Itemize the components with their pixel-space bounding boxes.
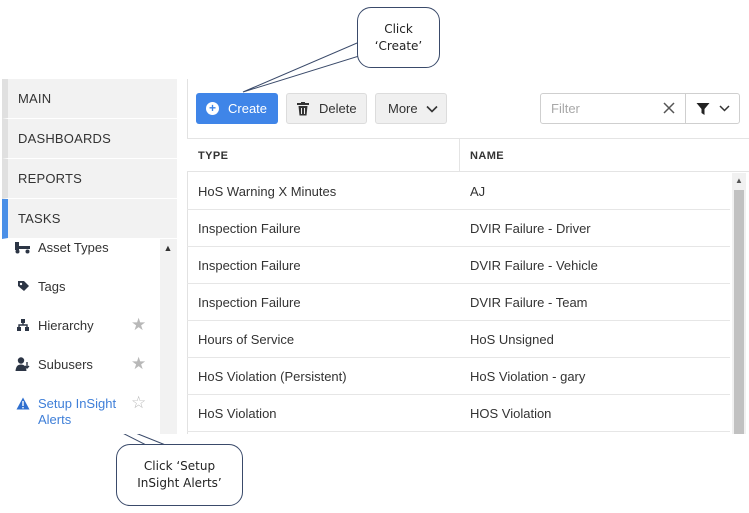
column-divider: [459, 139, 460, 172]
table-header: TYPE NAME: [187, 138, 749, 172]
funnel-icon: [696, 102, 709, 115]
callout-insight-text: Click ‘Setup InSight Alerts’: [137, 459, 222, 490]
star-filled-icon[interactable]: ★: [131, 316, 146, 333]
nav-reports[interactable]: REPORTS: [2, 159, 177, 199]
nav-tasks[interactable]: TASKS: [2, 199, 177, 239]
user-icon: [14, 356, 32, 372]
scroll-up-icon[interactable]: ▲: [732, 176, 746, 186]
sidebar-item-setup-insight-alerts[interactable]: Setup InSight Alerts ☆: [2, 394, 160, 434]
cell-name: AJ: [470, 183, 486, 199]
column-header-name[interactable]: NAME: [470, 139, 504, 172]
sidebar: MAIN DASHBOARDS REPORTS TASKS Asset Type…: [2, 79, 177, 434]
nav-reports-label: REPORTS: [18, 171, 83, 186]
cell-type: HoS Warning X Minutes: [198, 183, 337, 199]
cell-name: DVIR Failure - Team: [470, 294, 588, 310]
close-icon[interactable]: [662, 101, 676, 115]
cell-name: HoS Violation - gary: [470, 368, 586, 384]
main-panel: + Create Delete More TYPE NAME HoS Warni…: [187, 79, 749, 434]
sidebar-scroll-up-icon[interactable]: ▲: [162, 243, 174, 253]
plus-icon: +: [206, 102, 219, 115]
sidebar-item-label: Setup InSight Alerts: [38, 396, 117, 427]
sidebar-item-label: Hierarchy: [38, 318, 94, 333]
nav-dashboards[interactable]: DASHBOARDS: [2, 119, 177, 159]
filter-input[interactable]: [541, 94, 659, 123]
truck-icon: [14, 239, 32, 255]
filter-dropdown-button[interactable]: [685, 93, 740, 124]
sidebar-item-subusers[interactable]: Subusers ★: [2, 355, 160, 395]
nav-main-label: MAIN: [18, 91, 52, 106]
sidebar-item-asset-types[interactable]: Asset Types: [2, 239, 160, 278]
cell-name: HoS Unsigned: [470, 331, 554, 347]
tasks-sublist: Asset Types Tags Hierarchy ★ Subusers ★ …: [2, 239, 160, 434]
delete-button-label: Delete: [319, 101, 357, 116]
callout-create-text: Click ‘Create’: [374, 21, 423, 53]
cell-type: Inspection Failure: [198, 294, 301, 310]
callout-create: Click ‘Create’: [357, 7, 440, 68]
chevron-down-icon: [426, 105, 438, 113]
delete-button[interactable]: Delete: [286, 93, 367, 124]
scrollbar-thumb[interactable]: [734, 190, 744, 434]
nav-dashboards-label: DASHBOARDS: [18, 131, 112, 146]
sidebar-item-tags[interactable]: Tags: [2, 278, 160, 317]
cell-name: HOS Violation: [470, 405, 552, 421]
cell-type: Inspection Failure: [198, 257, 301, 273]
cell-name: DVIR Failure - Driver: [470, 220, 591, 236]
warning-icon: [14, 395, 32, 411]
table-row[interactable]: Inspection Failure DVIR Failure - Vehicl…: [187, 247, 730, 284]
table-row[interactable]: HoS Violation HOS Violation: [187, 395, 730, 432]
table-scrollbar[interactable]: ▲: [732, 173, 746, 434]
sidebar-item-label: Tags: [38, 279, 66, 294]
sidebar-item-hierarchy[interactable]: Hierarchy ★: [2, 316, 160, 356]
table-row[interactable]: Inspection Failure DVIR Failure - Team: [187, 284, 730, 321]
tag-icon: [14, 278, 32, 294]
cell-type: HoS Violation: [198, 405, 277, 421]
table-row[interactable]: HoS Warning X Minutes AJ: [187, 173, 730, 210]
table-row[interactable]: Inspection Failure DVIR Failure - Driver: [187, 210, 730, 247]
star-outline-icon[interactable]: ☆: [131, 394, 146, 411]
create-button[interactable]: + Create: [196, 93, 278, 124]
hierarchy-icon: [14, 317, 32, 333]
column-header-type[interactable]: TYPE: [198, 139, 228, 172]
table-row[interactable]: HoS Violation (Persistent) HoS Violation…: [187, 358, 730, 395]
sidebar-item-label: Subusers: [38, 357, 93, 372]
filter-box: [540, 93, 686, 124]
tasks-subpanel: Asset Types Tags Hierarchy ★ Subusers ★ …: [2, 239, 177, 434]
nav-tasks-label: TASKS: [18, 211, 61, 226]
callout-insight: Click ‘Setup InSight Alerts’: [116, 444, 243, 506]
table-row[interactable]: Hours of Service HoS Unsigned: [187, 321, 730, 358]
chevron-down-icon: [718, 105, 730, 112]
trash-icon: [297, 101, 309, 115]
star-filled-icon[interactable]: ★: [131, 355, 146, 372]
cell-type: HoS Violation (Persistent): [198, 368, 347, 384]
create-button-label: Create: [228, 101, 268, 116]
cell-type: Inspection Failure: [198, 220, 301, 236]
more-button[interactable]: More: [375, 93, 447, 124]
more-button-label: More: [388, 101, 418, 116]
cell-type: Hours of Service: [198, 331, 295, 347]
sidebar-item-label: Asset Types: [38, 240, 109, 255]
cell-name: DVIR Failure - Vehicle: [470, 257, 598, 273]
nav-main[interactable]: MAIN: [2, 79, 177, 119]
